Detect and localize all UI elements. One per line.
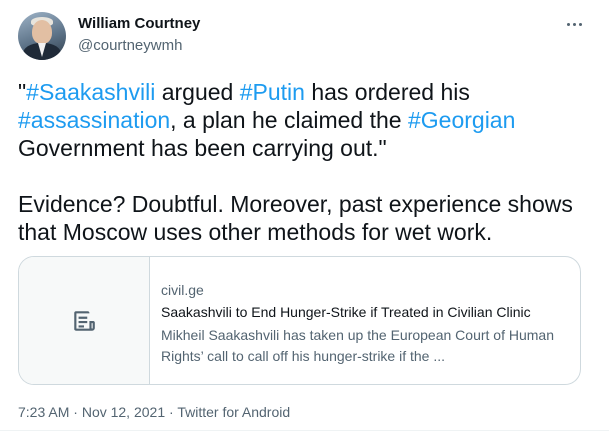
tweet-text-segment: argued xyxy=(155,79,240,105)
tweet-paragraph-1: "#Saakashvili argued #Putin has ordered … xyxy=(18,78,588,162)
more-options-icon[interactable] xyxy=(564,14,584,34)
hashtag-link[interactable]: #Putin xyxy=(240,79,305,105)
tweet-text-segment: Government has been carrying out." xyxy=(18,135,387,161)
tweet-meta: 7:23 AM · Nov 12, 2021 · Twitter for And… xyxy=(18,404,290,420)
hashtag-link[interactable]: #Saakashvili xyxy=(26,79,155,105)
avatar[interactable] xyxy=(18,12,66,60)
card-description: Mikheil Saakashvili has taken up the Eur… xyxy=(161,327,554,364)
tweet-text-segment: has ordered his xyxy=(304,79,470,105)
card-title: Saakashvili to End Hunger-Strike if Trea… xyxy=(161,304,531,320)
avatar-face xyxy=(32,20,52,44)
card-thumbnail xyxy=(19,257,150,384)
meta-separator-2: · xyxy=(165,404,178,420)
tweet-text: "#Saakashvili argued #Putin has ordered … xyxy=(18,78,588,246)
tweet-source[interactable]: Twitter for Android xyxy=(177,404,290,420)
link-card[interactable]: civil.ge Saakashvili to End Hunger-Strik… xyxy=(18,256,581,385)
author-handle[interactable]: @courtneywmh xyxy=(78,37,182,54)
card-domain: civil.ge xyxy=(161,282,204,298)
tweet-time[interactable]: 7:23 AM xyxy=(18,404,69,420)
tweet-paragraph-2: Evidence? Doubtful. Moreover, past exper… xyxy=(18,191,573,245)
hashtag-link[interactable]: #Georgian xyxy=(408,107,515,133)
author-name[interactable]: William Courtney xyxy=(78,15,200,32)
hashtag-link[interactable]: #assassination xyxy=(18,107,170,133)
meta-separator: · xyxy=(69,404,82,420)
tweet-date[interactable]: Nov 12, 2021 xyxy=(82,404,165,420)
article-icon xyxy=(74,310,95,331)
tweet-text-segment: , a plan he claimed the xyxy=(170,107,408,133)
tweet-text-segment: " xyxy=(18,79,27,105)
